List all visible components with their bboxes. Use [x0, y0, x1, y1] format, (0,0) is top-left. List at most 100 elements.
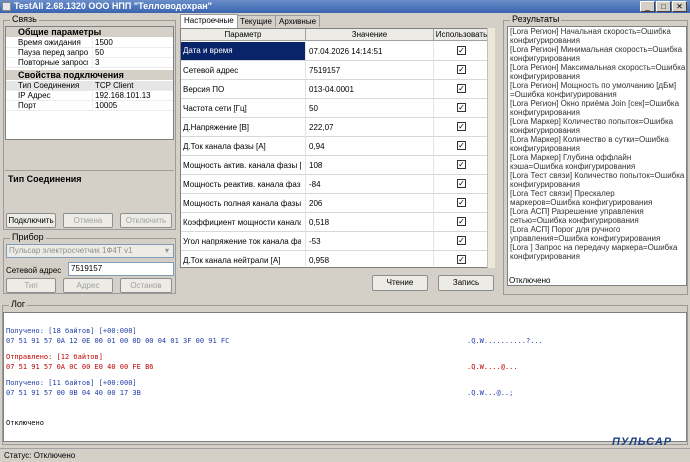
prop-key: Повторные запросы [18, 58, 88, 67]
category-general[interactable]: Общие параметры [6, 27, 173, 37]
app-icon [2, 2, 11, 11]
connection-property-grid[interactable]: Общие параметры Время ожидания 1500 Пауза… [5, 26, 174, 140]
address-button[interactable]: Адрес [63, 278, 113, 293]
use-checkbox[interactable]: ✓ [457, 198, 466, 207]
prop-row[interactable]: IP Адрес 192.168.101.13 [6, 91, 173, 101]
param-value[interactable]: 206 [309, 199, 429, 208]
log-entry-hex: 07 51 91 57 00 0B 04 40 00 17 3B [6, 389, 141, 397]
prop-row[interactable]: Тип Соединения TCP Client [6, 81, 173, 91]
prop-row[interactable]: Время ожидания 1500 [6, 38, 173, 48]
param-name: Мощность актив. канала фазы [Вт] [183, 161, 301, 170]
table-row[interactable]: Мощность полная канала фазы [ 206 ✓ [181, 194, 488, 213]
use-checkbox[interactable]: ✓ [457, 103, 466, 112]
category-general-label: Общие параметры [18, 27, 102, 37]
status-text: Статус: Отключено [4, 451, 76, 460]
list-item[interactable]: [Lora Регион] Минимальная скорость=Ошибк… [508, 45, 686, 63]
stop-button[interactable]: Останов [120, 278, 172, 293]
param-value[interactable]: -84 [309, 180, 429, 189]
use-checkbox[interactable]: ✓ [457, 236, 466, 245]
connect-button[interactable]: Подключить [6, 213, 56, 228]
tab-current[interactable]: Текущие [236, 15, 276, 27]
param-name: Мощность полная канала фазы [ [183, 199, 301, 208]
use-checkbox[interactable]: ✓ [457, 217, 466, 226]
use-checkbox[interactable]: ✓ [457, 179, 466, 188]
list-item[interactable]: [Lora Регион] Мощность по умолчанию [дБм… [508, 81, 686, 99]
disconnect-button[interactable]: Отключить [120, 213, 172, 228]
log-entry-header: Получено: [18 байтов] [+00:000] [6, 327, 137, 335]
results-group-title: Результаты [510, 14, 562, 24]
minimize-button[interactable]: _ [640, 1, 655, 12]
use-checkbox[interactable]: ✓ [457, 65, 466, 74]
table-row[interactable]: Коэффициент мощности канала 0,518 ✓ [181, 213, 488, 232]
type-button[interactable]: Тип [6, 278, 56, 293]
results-list[interactable]: [Lora Регион] Начальная скорость=Ошибка … [507, 26, 687, 286]
table-row[interactable]: Сетевой адрес 7519157 ✓ [181, 61, 488, 80]
prop-value[interactable]: 192.168.101.13 [92, 91, 151, 101]
param-value[interactable]: 0,958 [309, 256, 429, 265]
close-button[interactable]: ✕ [672, 1, 687, 12]
device-select[interactable]: Пульсар электросчетчик 1Ф4Т v1 ▾ [6, 244, 174, 258]
grid-scrollbar[interactable] [487, 28, 495, 268]
maximize-button[interactable]: □ [656, 1, 671, 12]
param-name: Д.Напряжение [В] [183, 123, 250, 132]
list-item[interactable]: [Lora Регион] Окно приёма Join [сек]=Оши… [508, 99, 686, 117]
param-value[interactable]: 7519157 [309, 66, 429, 75]
cancel-button[interactable]: Отмена [63, 213, 113, 228]
table-row[interactable]: Мощность актив. канала фазы [Вт] 108 ✓ [181, 156, 488, 175]
list-item[interactable]: [Lora Маркер] Количество попыток=Ошибка … [508, 117, 686, 135]
use-checkbox[interactable]: ✓ [457, 255, 466, 264]
use-checkbox[interactable]: ✓ [457, 141, 466, 150]
list-item[interactable]: [Lora Тест связи] Количество попыток=Оши… [508, 171, 686, 189]
table-row[interactable]: Д.Ток канала нейтрали [А] 0,958 ✓ [181, 251, 488, 267]
param-value[interactable]: 013-04.0001 [309, 85, 429, 94]
prop-value[interactable]: 3 [92, 58, 99, 68]
column-header-value[interactable]: Значение [306, 29, 434, 41]
list-item[interactable]: [Lora Регион] Начальная скорость=Ошибка … [508, 27, 686, 45]
prop-value[interactable]: 1500 [92, 38, 113, 48]
write-button[interactable]: Запись [438, 275, 494, 291]
category-connection[interactable]: Свойства подключения [6, 70, 173, 80]
chevron-down-icon[interactable]: ▾ [162, 245, 172, 257]
table-row[interactable]: Частота сети [Гц] 50 ✓ [181, 99, 488, 118]
param-value[interactable]: 0,94 [309, 142, 429, 151]
tab-archive[interactable]: Архивные [275, 15, 321, 27]
network-address-input[interactable]: 7519157 [68, 262, 174, 276]
list-item[interactable]: [Lora Маркер] Глубина оффлайн кэша=Ошибк… [508, 153, 686, 171]
prop-value[interactable]: TCP Client [92, 81, 134, 91]
table-row[interactable]: Д.Напряжение [В] 222,07 ✓ [181, 118, 488, 137]
list-item[interactable]: [Lora Тест связи] Прескалер маркеров=Оши… [508, 189, 686, 207]
column-header-parameter[interactable]: Параметр [181, 29, 306, 41]
table-row[interactable]: Версия ПО 013-04.0001 ✓ [181, 80, 488, 99]
param-value[interactable]: 50 [309, 104, 429, 113]
column-header-use[interactable]: Использовать [434, 29, 490, 41]
param-value[interactable]: 07.04.2026 14:14:51 [309, 47, 429, 56]
window-title: TestAll 2.68.1320 ООО НПП "Телловодохран… [14, 1, 212, 11]
parameters-grid[interactable]: Параметр Значение Использовать Дата и вр… [180, 28, 495, 268]
read-button[interactable]: Чтение [372, 275, 428, 291]
use-checkbox[interactable]: ✓ [457, 160, 466, 169]
table-row[interactable]: Дата и время 07.04.2026 14:14:51 ✓ [181, 42, 488, 61]
prop-row[interactable]: Порт 10005 [6, 101, 173, 111]
prop-row[interactable]: Пауза перед запросом 50 [6, 48, 173, 58]
use-checkbox[interactable]: ✓ [457, 122, 466, 131]
list-item[interactable]: [Lora АСП] Разрешение управления сетью=О… [508, 207, 686, 225]
list-item[interactable]: [Lora Маркер] Количество в сутки=Ошибка … [508, 135, 686, 153]
list-item[interactable]: [Lora АСП] Порог для ручного управления=… [508, 225, 686, 243]
list-item[interactable]: [Lora ] Запрос на передачу маркера=Ошибк… [508, 243, 686, 261]
table-row[interactable]: Мощность реактив. канала фазы [-84 ✓ [181, 175, 488, 194]
table-row[interactable]: Д.Ток канала фазы [А] 0,94 ✓ [181, 137, 488, 156]
param-value[interactable]: 108 [309, 161, 429, 170]
log-panel[interactable]: Получено: [18 байтов] [+00:000] 07 51 91 … [3, 312, 687, 442]
param-value[interactable]: 0,518 [309, 218, 429, 227]
prop-value[interactable]: 10005 [92, 101, 117, 111]
prop-row[interactable]: Повторные запросы 3 [6, 58, 173, 68]
prop-value[interactable]: 50 [92, 48, 104, 58]
list-item[interactable]: [Lora Регион] Максимальная скорость=Ошиб… [508, 63, 686, 81]
table-row[interactable]: Угол напряжение ток канала фа -53 ✓ [181, 232, 488, 251]
param-value[interactable]: -53 [309, 237, 429, 246]
param-name: Дата и время [181, 42, 305, 60]
param-value[interactable]: 222,07 [309, 123, 429, 132]
use-checkbox[interactable]: ✓ [457, 46, 466, 55]
use-checkbox[interactable]: ✓ [457, 84, 466, 93]
tab-settings[interactable]: Настроечные [180, 14, 238, 28]
